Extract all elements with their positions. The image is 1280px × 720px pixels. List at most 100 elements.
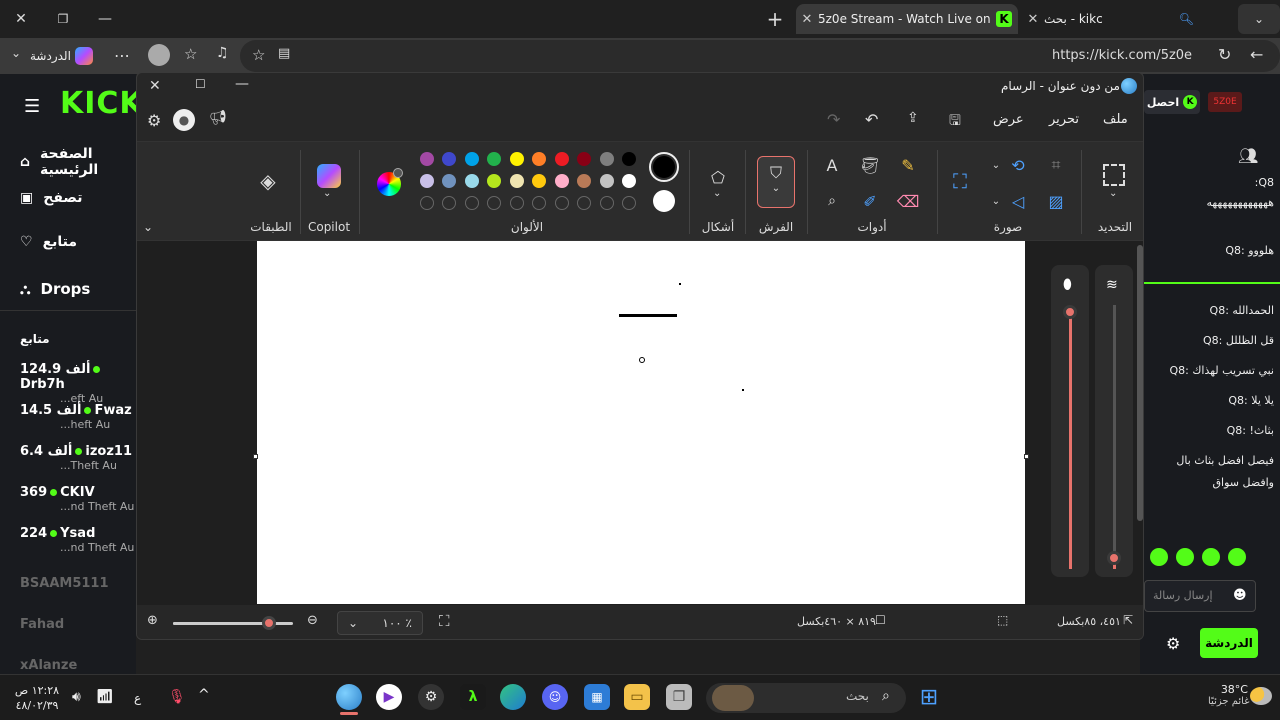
color-swatch[interactable] — [419, 174, 434, 188]
menu-edit[interactable]: تحرير — [1049, 112, 1079, 127]
custom-color-slot[interactable] — [599, 196, 614, 210]
zoom-in-icon[interactable]: ⊕ — [147, 613, 158, 628]
tab-kick-stream[interactable]: ✕ 5z0e Stream - Watch Live on Kick K — [796, 4, 1018, 34]
color-swatch[interactable] — [442, 152, 456, 166]
selection-tool-icon[interactable] — [1103, 164, 1125, 186]
color-swatch[interactable] — [532, 152, 546, 166]
nav-drops[interactable]: Drops ⛬ — [20, 280, 136, 298]
account-icon[interactable]: ● — [173, 109, 195, 131]
opacity-track[interactable] — [1113, 305, 1116, 559]
restore-window-button[interactable]: ❐ — [42, 0, 84, 38]
rotate-icon[interactable]: ⟲ — [1007, 154, 1029, 176]
color-swatch[interactable] — [487, 152, 501, 166]
color-swatch[interactable] — [509, 152, 524, 166]
color-swatch[interactable] — [464, 174, 479, 188]
fill-tool-icon[interactable]: 🪣︎ — [859, 154, 881, 176]
color-picker-tool-icon[interactable]: ✐ — [859, 190, 881, 212]
taskbar-search[interactable]: بحث ⌕ — [706, 683, 906, 713]
minimize-paint-button[interactable]: — — [235, 76, 249, 92]
color-swatch[interactable] — [599, 174, 614, 188]
extensions-icon[interactable]: ♫ — [216, 45, 229, 61]
more-icon[interactable]: ⋯ — [114, 46, 130, 65]
collapse-ribbon-chevron-icon[interactable]: ⌄ — [143, 220, 153, 234]
offline-channel[interactable]: BSAAM5111 — [20, 576, 140, 591]
drawing-canvas[interactable] — [253, 241, 1029, 604]
share-icon[interactable]: ⇪ — [907, 110, 919, 126]
color-swatch[interactable] — [622, 152, 636, 166]
close-paint-button[interactable]: ✕ — [149, 78, 161, 94]
color-swatch[interactable] — [622, 174, 636, 188]
feedback-icon[interactable]: 📢︎ — [209, 110, 227, 126]
chevron-down-icon[interactable]: ⌄ — [985, 190, 1007, 212]
offline-channel[interactable]: Fahad — [20, 617, 140, 632]
redo-icon[interactable]: ↷ — [827, 110, 840, 129]
chevron-down-icon[interactable]: ⌄ — [6, 46, 26, 66]
tab-actions-chevron-icon[interactable]: ⌄ — [1238, 4, 1280, 34]
chevron-down-icon[interactable]: ⌄ — [1109, 188, 1117, 199]
refresh-icon[interactable]: ↻ — [1218, 45, 1231, 64]
emoji-icon[interactable]: ☻ — [1233, 588, 1247, 603]
color-swatch[interactable] — [464, 152, 479, 166]
task-view-icon[interactable]: ❐ — [666, 684, 692, 710]
chevron-down-icon[interactable]: ⌄ — [713, 188, 721, 199]
chat-settings-gear-icon[interactable]: ⚙ — [1166, 634, 1180, 653]
custom-color-slot[interactable] — [464, 196, 479, 210]
edge-icon[interactable] — [500, 684, 526, 710]
offline-channel[interactable]: xAlanze — [20, 658, 140, 673]
color-swatch[interactable] — [419, 152, 434, 166]
color-swatch[interactable] — [577, 174, 591, 188]
opacity-thumb[interactable] — [1107, 551, 1121, 565]
primary-color-swatch[interactable] — [649, 152, 679, 182]
microphone-icon[interactable]: 🎙︎ — [168, 689, 186, 705]
emote-icon[interactable] — [1176, 548, 1194, 566]
zoom-slider-thumb[interactable] — [262, 616, 276, 630]
discord-icon[interactable]: ☺ — [542, 684, 568, 710]
copilot-chat-button[interactable]: الدردشة — [30, 44, 102, 68]
file-explorer-icon[interactable]: ▭ — [624, 684, 650, 710]
back-icon[interactable]: ← — [1250, 45, 1263, 64]
color-swatch[interactable] — [554, 152, 569, 166]
emote-icon[interactable] — [1202, 548, 1220, 566]
profile-avatar[interactable] — [148, 44, 170, 66]
close-tab-icon[interactable]: ✕ — [796, 12, 818, 27]
brushes-button[interactable]: ⛉ ⌄ — [757, 156, 795, 208]
store-icon[interactable]: ▦ — [584, 684, 610, 710]
input-language[interactable]: ع — [134, 691, 141, 705]
favorites-icon[interactable]: ☆ — [184, 45, 197, 63]
flip-icon[interactable]: ◁ — [1007, 190, 1029, 212]
add-favorite-icon[interactable]: ☆ — [252, 46, 265, 64]
volume-icon[interactable]: 🔊︎ — [72, 689, 81, 705]
followed-channel[interactable]: 124.9 ألفDrb7h ...eft Au — [20, 362, 140, 405]
address-field[interactable]: ☆ ▤ https://kick.com/5z0e ↻ ← — [240, 40, 1280, 72]
nav-browse[interactable]: تصفح ▣ — [20, 190, 136, 206]
start-windows-icon[interactable]: ⊞ — [916, 684, 942, 710]
menu-view[interactable]: عرض — [993, 112, 1024, 127]
undo-icon[interactable]: ↶ — [865, 110, 878, 129]
close-tab-icon[interactable]: ✕ — [1022, 12, 1044, 27]
paint-taskbar-icon[interactable] — [336, 684, 362, 710]
media-player-icon[interactable]: ▶ — [376, 684, 402, 710]
send-chat-button[interactable]: الدردشة — [1200, 628, 1258, 658]
color-swatch[interactable] — [599, 152, 614, 166]
users-icon[interactable]: 👥︎ — [1238, 146, 1258, 165]
nav-following[interactable]: متابع ♡ — [20, 234, 136, 250]
crop-icon[interactable]: ⌗ — [1045, 154, 1067, 176]
settings-gear-icon[interactable]: ⚙ — [147, 111, 161, 130]
color-swatch[interactable] — [442, 174, 456, 188]
emote-icon[interactable] — [1228, 548, 1246, 566]
maximize-paint-button[interactable]: ☐ — [195, 77, 206, 91]
custom-color-slot[interactable] — [554, 196, 569, 210]
close-window-button[interactable]: ✕ — [0, 0, 42, 38]
fit-to-window-icon[interactable]: ⛶ — [439, 612, 450, 630]
followed-channel[interactable]: 369 CKIV ...nd Theft Au — [20, 485, 140, 513]
nav-home[interactable]: الصفحة الرئيسية ⌂ — [20, 146, 136, 178]
custom-color-slot[interactable] — [532, 196, 546, 210]
emote-icon[interactable] — [1150, 548, 1168, 566]
color-swatch[interactable] — [554, 174, 569, 188]
brush-size-thumb[interactable] — [1063, 305, 1077, 319]
layers-icon[interactable]: ◈ — [257, 169, 279, 193]
vertical-scrollbar[interactable] — [1137, 245, 1143, 521]
zoom-select[interactable]: ⌄ ١٠٠ ٪ — [337, 611, 423, 635]
color-swatch[interactable] — [577, 152, 591, 166]
save-icon[interactable]: 🖫︎ — [949, 110, 961, 134]
